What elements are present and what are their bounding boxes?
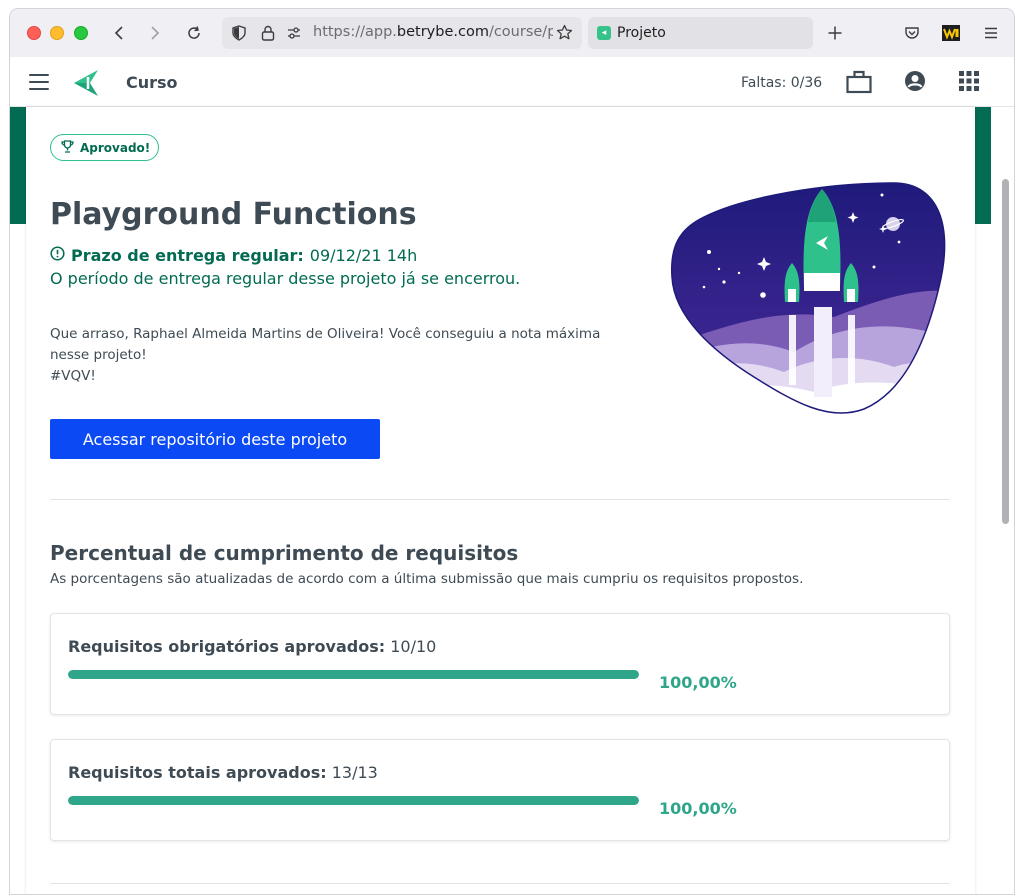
hamburger-icon[interactable] <box>29 74 49 90</box>
requirement-percent: 100,00% <box>659 799 737 818</box>
browser-tab[interactable]: ◂ Projeto <box>588 17 813 49</box>
shield-icon[interactable] <box>231 25 247 45</box>
access-repository-button[interactable]: Acessar repositório deste projeto <box>50 419 380 459</box>
congrats-message: Que arraso, Raphael Almeida Martins de O… <box>50 324 650 387</box>
window-minimize-button[interactable] <box>50 26 64 40</box>
address-bar[interactable]: https://app.betrybe.com/course/p <box>222 17 582 49</box>
user-account-icon[interactable] <box>904 70 926 96</box>
menu-icon[interactable] <box>979 21 1003 45</box>
congrats-hashtag: #VQV! <box>50 368 96 384</box>
forward-icon[interactable] <box>142 21 166 45</box>
apps-grid-icon[interactable] <box>958 70 980 96</box>
page-title: Playground Functions <box>50 197 417 232</box>
status-badge: Aprovado! <box>50 134 160 161</box>
status-badge-label: Aprovado! <box>80 140 151 155</box>
requirement-percent: 100,00% <box>659 673 737 692</box>
trophy-icon <box>61 138 74 157</box>
requirements-title: Percentual de cumprimento de requisitos <box>50 541 519 565</box>
app-title: Curso <box>126 73 178 92</box>
browser-window: https://app.betrybe.com/course/p ◂ Proje… <box>9 8 1015 895</box>
deadline-label: Prazo de entrega regular: <box>71 246 304 265</box>
requirements-subtitle: As porcentagens são atualizadas de acord… <box>50 571 804 587</box>
briefcase-icon[interactable] <box>846 70 872 98</box>
deadline-value: 09/12/21 14h <box>309 246 418 265</box>
requirement-count: 13/13 <box>331 763 378 782</box>
absences-counter: Faltas: 0/36 <box>741 75 823 91</box>
new-tab-icon[interactable] <box>823 21 847 45</box>
bookmark-star-icon[interactable] <box>556 24 573 45</box>
section-divider <box>50 883 950 884</box>
requirement-count: 10/10 <box>390 637 437 656</box>
congrats-line: nesse projeto! <box>50 347 147 363</box>
congrats-line: Que arraso, Raphael Almeida Martins de O… <box>50 326 601 342</box>
header-accent-left <box>10 107 26 224</box>
tab-favicon-icon: ◂ <box>597 26 611 40</box>
scrollbar-thumb[interactable] <box>1002 179 1009 524</box>
back-icon[interactable] <box>108 21 132 45</box>
requirement-card-mandatory: Requisitos obrigatórios aprovados: 10/10… <box>50 613 950 715</box>
deadline-closed-note: O período de entrega regular desse proje… <box>50 269 521 288</box>
permissions-icon[interactable] <box>286 25 302 45</box>
header-accent-right <box>975 107 991 224</box>
browser-toolbar: https://app.betrybe.com/course/p ◂ Proje… <box>10 9 1014 57</box>
window-maximize-button[interactable] <box>74 26 88 40</box>
requirement-label: Requisitos totais aprovados: 13/13 <box>68 763 378 782</box>
tab-title: Projeto <box>617 25 666 41</box>
progress-bar <box>68 670 639 679</box>
alert-circle-icon <box>50 246 65 265</box>
trybe-logo-icon[interactable] <box>72 69 102 101</box>
progress-bar-fill <box>68 670 639 679</box>
progress-bar <box>68 796 639 805</box>
window-close-button[interactable] <box>27 26 41 40</box>
url-text[interactable]: https://app.betrybe.com/course/p <box>313 24 553 40</box>
deadline-row: Prazo de entrega regular: 09/12/21 14h <box>50 246 417 265</box>
reload-icon[interactable] <box>182 21 206 45</box>
app-header: Curso Faltas: 0/36 <box>10 57 1014 107</box>
rocket-illustration <box>670 182 946 414</box>
project-card: Aprovado! Playground Functions Prazo de … <box>26 107 975 894</box>
lock-icon[interactable] <box>260 24 276 46</box>
progress-bar-fill <box>68 796 639 805</box>
pocket-icon[interactable] <box>900 21 924 45</box>
requirement-label: Requisitos obrigatórios aprovados: 10/10 <box>68 637 437 656</box>
extension-icon[interactable] <box>939 21 963 45</box>
requirement-card-total: Requisitos totais aprovados: 13/13 100,0… <box>50 739 950 841</box>
section-divider <box>50 499 950 500</box>
